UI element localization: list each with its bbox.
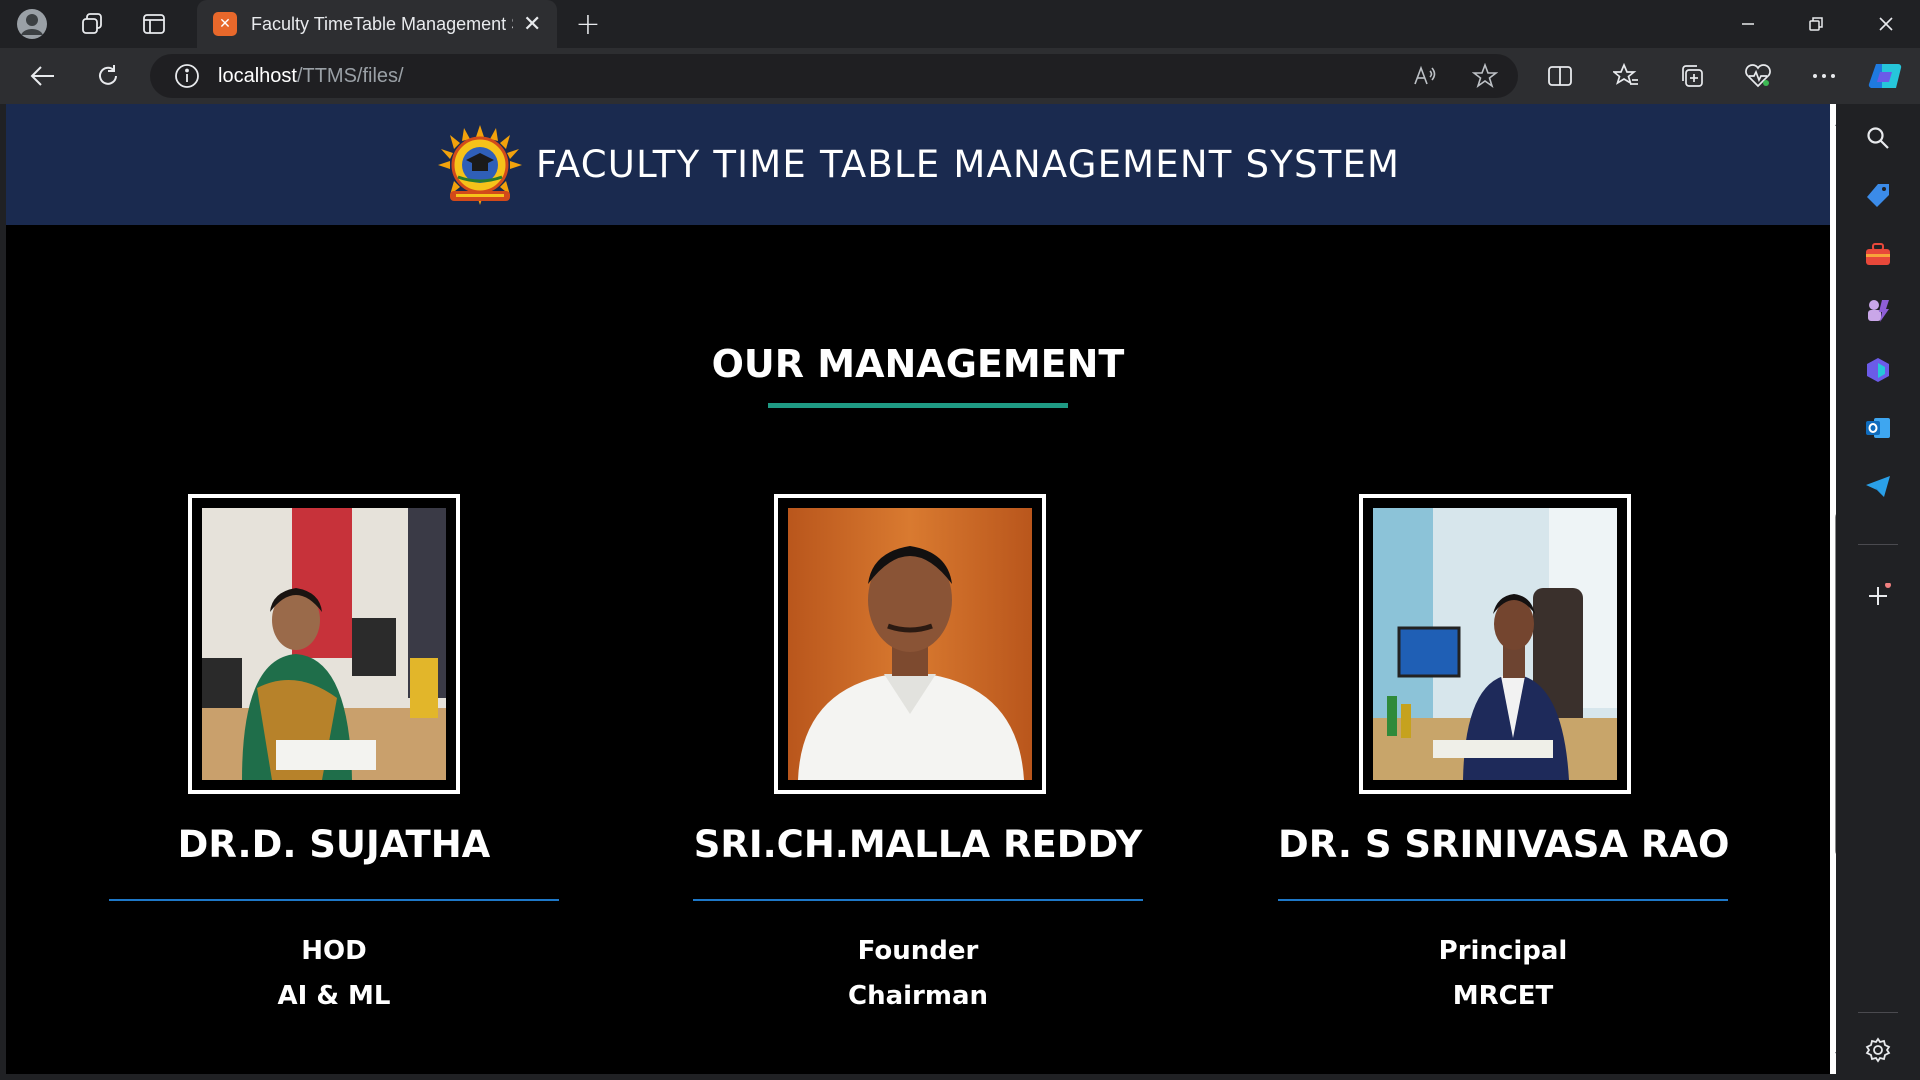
close-window-icon[interactable] — [1852, 0, 1920, 48]
favorite-star-icon[interactable] — [1468, 60, 1502, 92]
favorites-icon[interactable] — [1606, 58, 1646, 94]
search-icon[interactable] — [1858, 118, 1898, 158]
more-options-icon[interactable] — [1804, 58, 1844, 94]
copilot-sidebar-icon[interactable] — [1858, 350, 1898, 390]
browser-toolbar: localhost/TTMS/files/ — [0, 48, 1920, 104]
person-name: DR. S SRINIVASA RAO — [1278, 823, 1730, 866]
name-underline — [1278, 899, 1728, 901]
profile-photo-frame — [1359, 494, 1631, 794]
person-role: Principal — [1438, 936, 1568, 966]
read-aloud-icon[interactable] — [1408, 60, 1442, 92]
refresh-icon[interactable] — [88, 58, 128, 94]
site-title: FACULTY TIME TABLE MANAGEMENT SYSTEM — [535, 143, 1401, 186]
person-title: Chairman — [847, 981, 989, 1011]
browser-essentials-icon[interactable] — [1738, 58, 1778, 94]
person-role: HOD — [301, 936, 367, 966]
address-host: localhost — [218, 64, 297, 87]
college-logo-icon — [437, 124, 522, 205]
outlook-icon[interactable] — [1858, 408, 1898, 448]
sidebar-divider — [1858, 544, 1898, 545]
page-viewport: FACULTY TIME TABLE MANAGEMENT SYSTEM OUR… — [6, 104, 1830, 1074]
tab-active[interactable]: ✕ Faculty TimeTable Management S ✕ — [197, 0, 557, 48]
sidebar-settings-gear-icon[interactable] — [1858, 1030, 1898, 1070]
add-sidebar-app-icon[interactable] — [1858, 576, 1898, 616]
tab-close-icon[interactable]: ✕ — [523, 12, 541, 37]
person-name: DR.D. SUJATHA — [177, 823, 491, 866]
person-department: AI & ML — [277, 981, 391, 1011]
person-name: SRI.CH.MALLA REDDY — [693, 823, 1143, 866]
profile-photo — [202, 508, 446, 780]
restore-icon[interactable] — [1782, 0, 1850, 48]
profile-avatar-icon[interactable] — [14, 6, 50, 42]
address-path: /TTMS/files/ — [296, 64, 404, 87]
profile-photo-frame — [188, 494, 460, 794]
person-role: Founder — [857, 936, 979, 966]
site-header: FACULTY TIME TABLE MANAGEMENT SYSTEM — [6, 104, 1830, 225]
tab-title: Faculty TimeTable Management S — [251, 13, 513, 34]
collections-icon[interactable] — [1672, 58, 1712, 94]
edge-sidebar — [1836, 104, 1920, 1080]
games-icon[interactable] — [1858, 290, 1898, 330]
tools-briefcase-icon[interactable] — [1858, 234, 1898, 274]
profile-photo — [1373, 508, 1617, 780]
copilot-icon[interactable] — [1866, 58, 1906, 94]
workspaces-icon[interactable] — [74, 6, 110, 42]
xampp-favicon-icon: ✕ — [213, 12, 237, 36]
send-telegram-icon[interactable] — [1858, 466, 1898, 506]
name-underline — [693, 899, 1143, 901]
address-url: localhost/TTMS/files/ — [218, 65, 404, 88]
site-info-icon[interactable] — [174, 63, 200, 89]
section-title: OUR MANAGEMENT — [711, 342, 1125, 386]
tab-actions-icon[interactable] — [136, 6, 172, 42]
person-institution: MRCET — [1452, 981, 1554, 1011]
back-icon[interactable] — [22, 58, 62, 94]
minimize-icon[interactable] — [1714, 0, 1782, 48]
name-underline — [109, 899, 559, 901]
shopping-tag-icon[interactable] — [1858, 176, 1898, 216]
new-tab-button[interactable]: + — [570, 7, 606, 42]
sidebar-divider — [1858, 1012, 1898, 1013]
browser-tab-bar: ✕ Faculty TimeTable Management S ✕ + — [0, 0, 1920, 48]
section-title-underline — [768, 403, 1068, 408]
address-bar[interactable]: localhost/TTMS/files/ — [150, 54, 1518, 98]
profile-photo-frame — [774, 494, 1046, 794]
profile-photo — [788, 508, 1032, 780]
split-screen-icon[interactable] — [1540, 58, 1580, 94]
